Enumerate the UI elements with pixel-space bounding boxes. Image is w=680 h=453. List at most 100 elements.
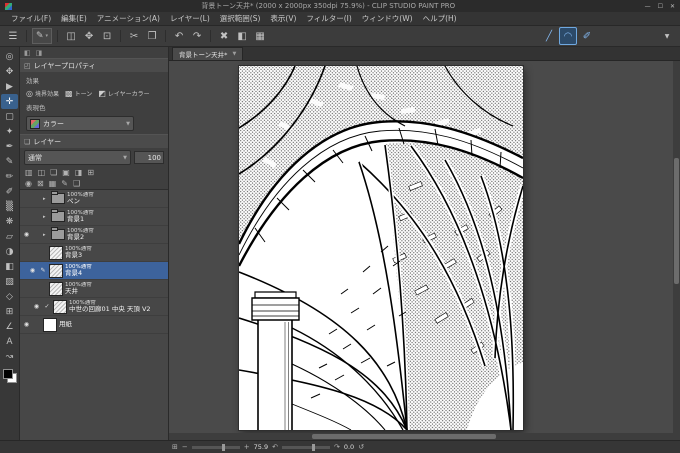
pen-tool[interactable]: ✎	[1, 154, 18, 169]
canvas-viewport[interactable]	[169, 61, 680, 433]
zoom-slider-thumb[interactable]	[221, 443, 225, 451]
palette-icon-2[interactable]: ◫	[38, 168, 46, 177]
visibility-all-icon[interactable]: ◉	[25, 179, 32, 188]
line-correct-tool[interactable]: ↝	[1, 349, 18, 364]
opacity-field[interactable]: 100	[134, 151, 164, 164]
dock-left-icon[interactable]: ◧	[24, 49, 31, 57]
menu-view[interactable]: 表示(V)	[265, 13, 301, 24]
close-button[interactable]: ✕	[670, 3, 675, 10]
visibility-eye-icon[interactable]: ◉	[22, 321, 31, 328]
maximize-button[interactable]: ☐	[658, 3, 663, 10]
layer-row-bg1[interactable]: ▸ 100%通常 背景1	[20, 208, 168, 226]
check-icon[interactable]: ✓	[43, 303, 51, 310]
document-tab[interactable]: 背景トーン天井* ▼	[172, 47, 244, 60]
layer-thumbnail[interactable]	[49, 281, 63, 296]
clear-icon[interactable]: ✖	[216, 28, 232, 44]
layer-row-bg4-selected[interactable]: ◉ ✎ 100%通常 背景4	[20, 262, 168, 280]
vertical-scrollbar-thumb[interactable]	[674, 157, 679, 285]
transform-icon[interactable]: ✥	[81, 28, 97, 44]
lock-icon[interactable]: ⊠	[37, 179, 44, 188]
zoom-out-icon[interactable]: −	[182, 443, 188, 451]
blend-tool[interactable]: ◑	[1, 244, 18, 259]
layer-thumbnail[interactable]	[49, 263, 63, 278]
palette-icon-4[interactable]: ▣	[62, 168, 70, 177]
text-tool[interactable]: A	[1, 334, 18, 349]
layer-row-corridor[interactable]: ◉ ✓ 100%通常 中世の回廊01 中央 天頂 V2	[20, 298, 168, 316]
fill-tool[interactable]: ◧	[1, 259, 18, 274]
workspace-dropdown-icon[interactable]: ▼	[659, 28, 675, 44]
cut-icon[interactable]: ✂	[126, 28, 142, 44]
airbrush-tool[interactable]: ▒	[1, 199, 18, 214]
menu-selection[interactable]: 選択範囲(S)	[215, 13, 266, 24]
expression-color-dropdown[interactable]: カラー ▼	[26, 116, 134, 131]
selection-tool[interactable]: ▢	[1, 109, 18, 124]
polyline-icon[interactable]: ✐	[579, 28, 595, 44]
delete-layer-icon[interactable]: ❑	[73, 179, 80, 188]
gradient-tool[interactable]: ▨	[1, 274, 18, 289]
layer-row-bg2[interactable]: ◉ ▸ 100%通常 背景2	[20, 226, 168, 244]
menu-layer[interactable]: レイヤー(L)	[165, 13, 215, 24]
menu-file[interactable]: ファイル(F)	[6, 13, 56, 24]
menu-window[interactable]: ウィンドウ(W)	[357, 13, 418, 24]
zoom-tool[interactable]: ◎	[1, 49, 18, 64]
menu-animation[interactable]: アニメーション(A)	[92, 13, 165, 24]
menu-help[interactable]: ヘルプ(H)	[418, 13, 462, 24]
navigator-icon[interactable]: ⊞	[172, 443, 178, 451]
canvas-page[interactable]	[238, 65, 524, 431]
auto-select-tool[interactable]: ✦	[1, 124, 18, 139]
layer-row-pen[interactable]: ▸ 100%通常 ペン	[20, 190, 168, 208]
eraser-tool[interactable]: ▱	[1, 229, 18, 244]
palette-icon-6[interactable]: ⊞	[87, 168, 94, 177]
snap-icon[interactable]: ⊡	[99, 28, 115, 44]
rotation-slider[interactable]	[281, 443, 330, 451]
layer-property-header[interactable]: ◰ レイヤープロパティ	[20, 59, 168, 72]
tone-effect-button[interactable]: ▩ トーン	[65, 89, 92, 98]
operation-tool[interactable]: ▶	[1, 79, 18, 94]
menu-filter[interactable]: フィルター(I)	[301, 13, 356, 24]
layer-thumbnail[interactable]	[49, 245, 63, 260]
rotate-left-icon[interactable]: ↶	[272, 443, 278, 451]
layer-thumbnail[interactable]	[53, 299, 67, 314]
rotation-slider-thumb[interactable]	[311, 443, 315, 451]
fill-icon[interactable]: ◧	[234, 28, 250, 44]
current-subtool-button[interactable]: ✎ ▾	[32, 28, 53, 44]
mask-icon[interactable]: ▦	[49, 179, 57, 188]
layer-color-button[interactable]: ◩ レイヤーカラー	[98, 89, 149, 98]
undo-icon[interactable]: ↶	[171, 28, 187, 44]
color-swatches[interactable]	[2, 369, 17, 383]
redo-icon[interactable]: ↷	[189, 28, 205, 44]
eyedropper-tool[interactable]: ✒	[1, 139, 18, 154]
reset-view-icon[interactable]: ↺	[358, 443, 364, 451]
move-tool[interactable]: ✥	[1, 64, 18, 79]
straight-line-icon[interactable]: ╱	[541, 28, 557, 44]
zoom-slider[interactable]	[191, 443, 240, 451]
figure-tool[interactable]: ◇	[1, 289, 18, 304]
layer-row-ceiling[interactable]: 100%通常 天井	[20, 280, 168, 298]
horizontal-scrollbar[interactable]	[169, 433, 680, 440]
rotate-right-icon[interactable]: ↷	[334, 443, 340, 451]
minimize-button[interactable]: —	[645, 3, 651, 10]
zoom-in-icon[interactable]: +	[244, 443, 250, 451]
horizontal-scrollbar-thumb[interactable]	[312, 434, 497, 439]
layer-move-tool[interactable]: ✛	[1, 94, 18, 109]
draft-icon[interactable]: ✎	[61, 179, 68, 188]
copy-icon[interactable]: ❐	[144, 28, 160, 44]
menu-edit[interactable]: 編集(E)	[56, 13, 92, 24]
visibility-eye-icon[interactable]: ◉	[32, 303, 41, 310]
palette-icon-5[interactable]: ◨	[75, 168, 83, 177]
folder-expand-arrow[interactable]: ▸	[43, 232, 49, 238]
layers-panel-header[interactable]: ❏ レイヤー	[20, 135, 168, 148]
decoration-tool[interactable]: ❋	[1, 214, 18, 229]
paper-thumbnail[interactable]	[43, 317, 57, 332]
visibility-eye-icon[interactable]: ◉	[22, 231, 31, 238]
grid-icon[interactable]: ▦	[252, 28, 268, 44]
layer-row-bg3[interactable]: 100%通常 背景3	[20, 244, 168, 262]
ruler-tool[interactable]: ∠	[1, 319, 18, 334]
visibility-eye-icon[interactable]: ◉	[28, 267, 37, 274]
foreground-color-swatch[interactable]	[2, 369, 13, 379]
curve-line-icon[interactable]: ◠	[559, 27, 577, 45]
vertical-scrollbar[interactable]	[673, 61, 680, 433]
folder-expand-arrow[interactable]: ▸	[43, 214, 49, 220]
dock-right-icon[interactable]: ◨	[36, 49, 43, 57]
palette-icon-1[interactable]: ▥	[25, 168, 33, 177]
